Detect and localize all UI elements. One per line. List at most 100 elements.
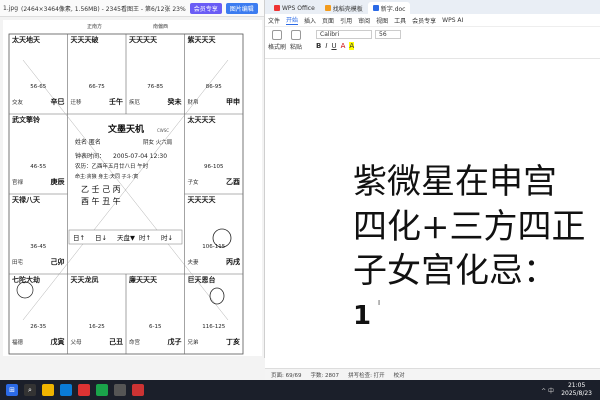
tab-document[interactable]: 新字.doc (367, 2, 411, 14)
center-gender: 阴女 火六局 (143, 138, 172, 146)
cell-branch: 戊子 (167, 337, 182, 346)
status-page: 页面: 69/69 (271, 372, 302, 379)
menu-file[interactable]: 文件 (268, 16, 280, 25)
status-spellcheck[interactable]: 拼写检查: 打开 (348, 371, 385, 379)
tab-label: 新字.doc (380, 5, 406, 13)
system-tray[interactable]: ^ 中 (541, 386, 554, 395)
chart-nav-button: 天盘▼ (117, 233, 135, 242)
cell-palace: 命宫 (129, 338, 141, 346)
cell-stars: 天天天破 (71, 35, 99, 44)
menu-reference[interactable]: 引用 (340, 16, 352, 25)
menu-wps-ai[interactable]: WPS AI (442, 17, 463, 24)
tab-template[interactable]: 找稻壳模板 (320, 2, 368, 14)
wps-taskbar-icon[interactable] (78, 384, 90, 396)
chart-nav-button: 时↑ (139, 233, 151, 242)
document-body[interactable]: 紫微星在申宫 四化+三方四正 子女宫化忌： 1 (353, 160, 593, 338)
desktop: 1.jpg (2464×3464像素, 1.56MB) - 2345看图王 - … (0, 0, 600, 400)
paste-label: 粘贴 (290, 44, 303, 51)
cell-branch: 癸未 (167, 97, 183, 106)
cell-branch: 庚辰 (51, 177, 66, 186)
font-name-select[interactable]: Calibri (316, 30, 373, 39)
cell-palace: 田宅 (12, 258, 24, 266)
cell-stars: 天天龙凤 (71, 275, 99, 284)
center-pillars-branches: 酉 午 丑 午 (81, 196, 121, 206)
file-explorer-icon[interactable] (42, 384, 54, 396)
tab-label: 找稻壳模板 (332, 5, 363, 13)
menu-insert[interactable]: 插入 (304, 16, 316, 25)
cell-age-range: 26-35 (30, 324, 46, 330)
chart-nav-button: 日↓ (95, 234, 107, 242)
cell-palace: 夫妻 (188, 258, 200, 266)
menu-home[interactable]: 开始 (286, 15, 299, 25)
viewer-taskbar-icon[interactable] (132, 384, 144, 396)
cell-branch: 壬午 (109, 97, 123, 106)
format-painter-button[interactable]: 格式刷 (268, 30, 286, 51)
paste-button[interactable]: 粘贴 (290, 30, 302, 51)
direction-label-southwest: 南偏西 (153, 24, 169, 30)
menu-review[interactable]: 审阅 (358, 16, 370, 25)
cell-stars: 太天地天 (12, 35, 41, 44)
font-size-select[interactable]: 56 (375, 30, 402, 39)
cell-age-range: 56-65 (30, 84, 46, 90)
cell-age-range: 116-125 (202, 324, 225, 330)
bold-icon[interactable]: B (316, 42, 321, 50)
cell-branch: 己卯 (51, 257, 65, 266)
cell-age-range: 96-105 (204, 164, 224, 170)
chart-nav-button: 时↓ (161, 233, 173, 242)
center-title: 文墨天机 (107, 123, 144, 135)
doc-line-2: 四化+三方四正 (353, 206, 586, 247)
viewer-titlebar: 1.jpg (2464×3464像素, 1.56MB) - 2345看图王 - … (0, 0, 264, 17)
status-proofread[interactable]: 校对 (394, 371, 405, 379)
center-pillars-stems: 乙 壬 己 丙 (81, 184, 121, 194)
cell-palace: 兄弟 (188, 338, 200, 346)
image-edit-button[interactable]: 图片编辑 (225, 2, 258, 14)
center-extra: 命主:贪狼 身主:天同 子斗:寅 (75, 173, 138, 180)
app-icon[interactable] (114, 384, 126, 396)
center-name: 姓名 匿名 (75, 138, 101, 146)
cell-age-range: 6-15 (149, 324, 162, 330)
cell-stars: 太天天天 (188, 115, 217, 124)
font-color-icon[interactable]: A (341, 42, 346, 50)
chart-grid: 太天地天56-65辛巳交友天天天破66-75壬午迁移天天天天76-85癸未疾厄紫… (8, 33, 244, 355)
edge-icon[interactable] (60, 384, 72, 396)
cell-branch: 丁亥 (226, 337, 240, 346)
clock-time: 21:05 (567, 382, 586, 389)
clock-date: 2025/8/23 (561, 390, 592, 397)
center-subtitle: CWSC (157, 128, 169, 133)
underline-icon[interactable]: U (331, 42, 336, 50)
cell-palace: 父母 (71, 339, 83, 346)
direction-label-south: 正南方 (87, 24, 103, 30)
cell-age-range: 86-95 (206, 84, 222, 90)
doc-line-1: 紫微星在申宫 (353, 162, 557, 202)
wps-tab-bar: WPS Office 找稻壳模板 新字.doc (265, 0, 600, 14)
center-lunar: 农历：乙酉年五月廿八日 午时 (75, 162, 149, 170)
cell-stars: 武文擎铃 (12, 115, 40, 124)
viewer-filename: 1.jpg (3, 4, 19, 12)
doc-line-3: 子女宫化忌： (353, 251, 557, 291)
tab-label: WPS Office (282, 4, 315, 12)
menu-member[interactable]: 会员专享 (412, 16, 436, 25)
cell-palace: 官禄 (12, 178, 24, 186)
menu-view[interactable]: 视图 (376, 16, 388, 25)
template-icon (324, 5, 331, 11)
cell-stars: 廉天天天 (129, 275, 158, 284)
member-button[interactable]: 会员专享 (189, 2, 222, 14)
start-icon[interactable]: ⊞ (6, 384, 18, 396)
cell-age-range: 66-75 (89, 84, 105, 90)
cell-age-range: 16-25 (89, 324, 105, 330)
tab-wps-office[interactable]: WPS Office (269, 2, 320, 14)
doc-line-4: 1 (353, 300, 372, 331)
menu-tools[interactable]: 工具 (394, 16, 406, 25)
image-viewer-window: 1.jpg (2464×3464像素, 1.56MB) - 2345看图王 - … (0, 0, 265, 380)
cell-palace: 子女 (188, 178, 200, 186)
cell-age-range: 106-115 (202, 244, 225, 250)
italic-icon[interactable]: I (325, 42, 327, 50)
cell-branch: 戊寅 (50, 337, 65, 346)
highlight-icon[interactable]: A (349, 42, 355, 50)
search-icon[interactable]: ⌕ (24, 384, 36, 396)
status-wordcount[interactable]: 字数: 2807 (310, 371, 339, 379)
menu-page[interactable]: 页面 (322, 16, 334, 25)
format-painter-label: 格式刷 (268, 44, 287, 51)
clock[interactable]: 21:05 2025/8/23 (561, 382, 592, 398)
wechat-icon[interactable] (96, 384, 108, 396)
